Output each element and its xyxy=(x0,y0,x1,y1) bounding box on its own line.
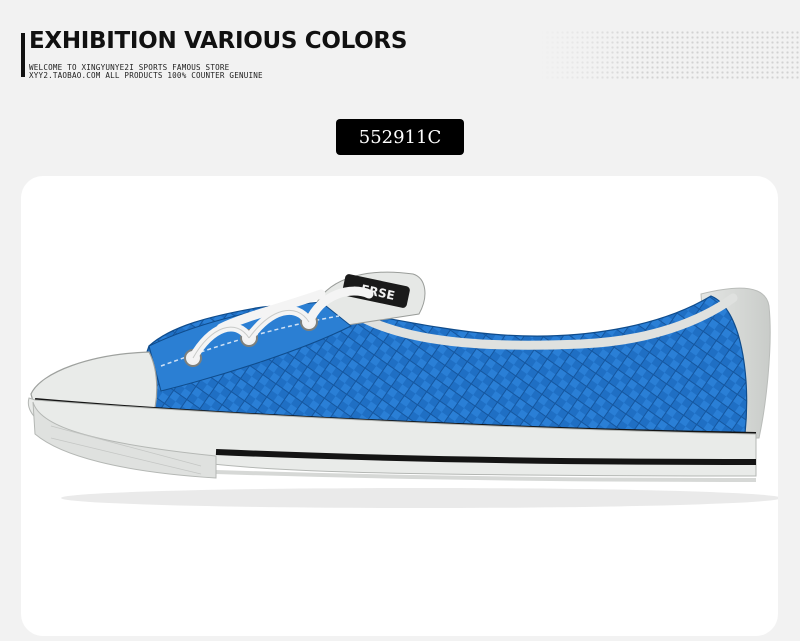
product-code-badge: 552911C xyxy=(336,119,464,155)
product-image-card: ERSE xyxy=(21,176,778,636)
page-title: EXHIBITION VARIOUS COLORS xyxy=(29,28,408,54)
store-genuine-text: XYY2.TAOBAO.COM ALL PRODUCTS 100% COUNTE… xyxy=(29,71,263,80)
header-accent-bar xyxy=(21,33,25,77)
dot-pattern-decoration xyxy=(540,30,800,80)
shoe-image: ERSE xyxy=(27,271,778,508)
shoe-shadow xyxy=(61,488,778,508)
